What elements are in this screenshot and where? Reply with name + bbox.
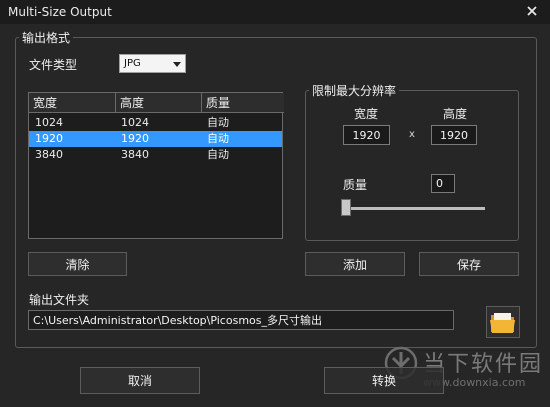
file-type-dropdown[interactable]: JPG — [119, 54, 186, 73]
column-header-height[interactable]: 高度 — [116, 93, 202, 113]
cell-quality: 自动 — [207, 148, 229, 161]
file-type-label: 文件类型 — [29, 58, 78, 72]
output-folder-label: 输出文件夹 — [29, 293, 90, 307]
quality-input[interactable]: 0 — [431, 174, 455, 193]
cell-quality: 自动 — [207, 132, 229, 145]
cell-width: 3840 — [35, 148, 63, 161]
browse-folder-button[interactable] — [486, 306, 520, 338]
quality-slider-track[interactable] — [343, 207, 485, 210]
column-header-width[interactable]: 宽度 — [29, 93, 116, 113]
cell-height: 3840 — [121, 148, 149, 161]
table-row-selected[interactable]: 1920 1920 自动 — [29, 131, 282, 147]
output-path-input[interactable]: C:\Users\Administrator\Desktop\Picosmos_… — [28, 310, 454, 330]
cell-height: 1920 — [121, 132, 149, 145]
file-type-value: JPG — [124, 58, 141, 69]
add-button[interactable]: 添加 — [305, 252, 405, 276]
max-width-input[interactable]: 1920 — [343, 125, 390, 145]
quality-label: 质量 — [343, 178, 368, 192]
dimension-separator: x — [409, 129, 415, 140]
clear-button[interactable]: 清除 — [28, 252, 127, 276]
quality-slider-thumb[interactable] — [341, 199, 351, 216]
res-width-label: 宽度 — [354, 107, 379, 121]
folder-icon — [490, 313, 515, 333]
table-row[interactable]: 1024 1024 自动 — [29, 115, 282, 131]
column-header-quality[interactable]: 质量 — [202, 93, 284, 113]
output-format-legend: 输出格式 — [19, 29, 74, 46]
table-row[interactable]: 3840 3840 自动 — [29, 147, 282, 163]
max-resolution-legend: 限制最大分辨率 — [309, 82, 400, 99]
max-resolution-group — [305, 90, 519, 241]
convert-button[interactable]: 转换 — [324, 367, 444, 394]
cancel-button[interactable]: 取消 — [80, 367, 200, 394]
cell-height: 1024 — [121, 116, 149, 129]
window-title: Multi-Size Output — [8, 5, 112, 19]
res-height-label: 高度 — [443, 107, 468, 121]
cell-width: 1024 — [35, 116, 63, 129]
chevron-down-icon — [173, 62, 181, 67]
save-button[interactable]: 保存 — [419, 252, 519, 276]
size-list[interactable]: 宽度 高度 质量 1024 1024 自动 1920 1920 自动 3840 … — [28, 92, 284, 239]
close-icon[interactable] — [524, 3, 540, 19]
cell-quality: 自动 — [207, 116, 229, 129]
max-height-input[interactable]: 1920 — [431, 125, 477, 145]
cell-width: 1920 — [35, 132, 63, 145]
